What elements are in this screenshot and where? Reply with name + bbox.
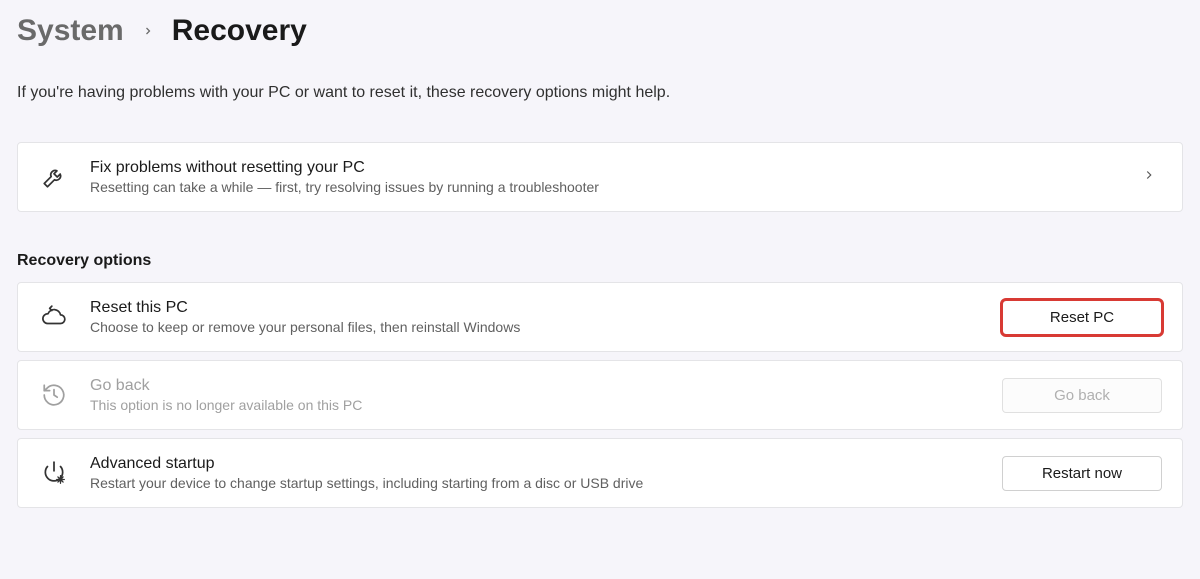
advanced-startup-title: Advanced startup: [90, 455, 982, 473]
reset-pc-title: Reset this PC: [90, 299, 982, 317]
breadcrumb-parent[interactable]: System: [17, 14, 124, 48]
cloud-reset-icon: [38, 304, 70, 330]
troubleshoot-title: Fix problems without resetting your PC: [90, 159, 1122, 177]
breadcrumb-current: Recovery: [172, 14, 307, 48]
chevron-right-icon: [1142, 168, 1162, 187]
reset-pc-button[interactable]: Reset PC: [1002, 300, 1162, 335]
go-back-text: Go back This option is no longer availab…: [90, 377, 982, 413]
go-back-card: Go back This option is no longer availab…: [17, 360, 1183, 430]
reset-pc-text: Reset this PC Choose to keep or remove y…: [90, 299, 982, 335]
advanced-startup-desc: Restart your device to change startup se…: [90, 475, 982, 491]
wrench-icon: [38, 164, 70, 190]
advanced-startup-text: Advanced startup Restart your device to …: [90, 455, 982, 491]
power-gear-icon: [38, 460, 70, 486]
recovery-options-list: Reset this PC Choose to keep or remove y…: [17, 282, 1183, 508]
reset-pc-desc: Choose to keep or remove your personal f…: [90, 319, 982, 335]
go-back-button: Go back: [1002, 378, 1162, 413]
troubleshoot-desc: Resetting can take a while — first, try …: [90, 179, 1122, 195]
troubleshoot-text: Fix problems without resetting your PC R…: [90, 159, 1122, 195]
chevron-right-icon: [142, 21, 154, 42]
breadcrumb: System Recovery: [17, 14, 1183, 48]
intro-text: If you're having problems with your PC o…: [17, 84, 1183, 102]
reset-pc-card: Reset this PC Choose to keep or remove y…: [17, 282, 1183, 352]
go-back-desc: This option is no longer available on th…: [90, 397, 982, 413]
history-icon: [38, 382, 70, 408]
section-header: Recovery options: [17, 252, 1183, 270]
advanced-startup-card: Advanced startup Restart your device to …: [17, 438, 1183, 508]
go-back-title: Go back: [90, 377, 982, 395]
troubleshoot-card[interactable]: Fix problems without resetting your PC R…: [17, 142, 1183, 212]
restart-now-button[interactable]: Restart now: [1002, 456, 1162, 491]
